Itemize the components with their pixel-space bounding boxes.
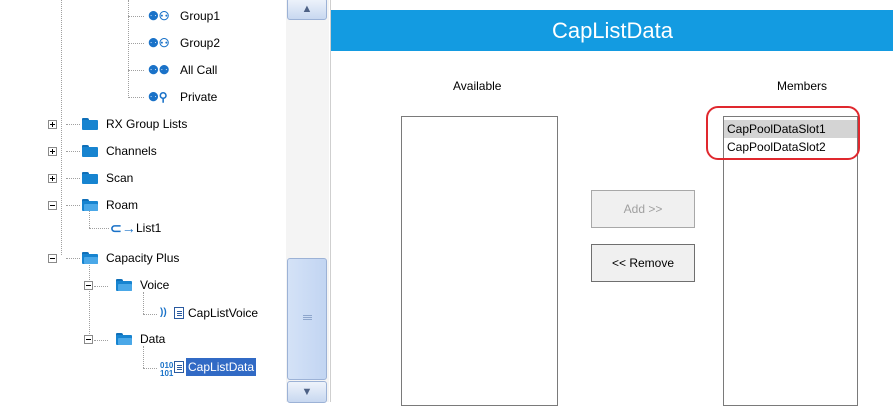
collapse-icon[interactable] xyxy=(84,335,93,344)
document-icon xyxy=(174,361,184,373)
available-label: Available xyxy=(453,79,502,93)
tree-guide-line xyxy=(128,43,144,44)
all-call-icon: ⚉⚉ xyxy=(148,63,170,77)
tree-guide-line xyxy=(128,16,144,17)
tree-guide-line xyxy=(143,292,144,314)
tree-guide-line xyxy=(89,228,109,229)
tree-guide-line xyxy=(66,258,80,259)
tree-guide-line xyxy=(94,286,108,287)
remove-button-label: << Remove xyxy=(611,256,675,270)
tree-item-label: Voice xyxy=(140,278,170,292)
group-icon: ⚉⚇ xyxy=(148,9,170,23)
tree-guide-line xyxy=(143,346,144,368)
chevron-down-icon: ▼ xyxy=(301,386,313,398)
available-listbox[interactable] xyxy=(401,116,558,406)
document-icon xyxy=(174,307,184,319)
tree-item-label: List1 xyxy=(136,221,162,235)
tree-item-label: Group1 xyxy=(180,9,221,23)
tree-item-label: Group2 xyxy=(180,36,221,50)
add-button-label: Add >> xyxy=(623,202,663,216)
caplistdata-panel: CapListData Available Members Add >> << … xyxy=(330,0,893,406)
tree-guide-line xyxy=(66,124,80,125)
expand-icon[interactable] xyxy=(48,147,57,156)
private-call-icon: ⚉⚲ xyxy=(148,90,168,104)
tree-guide-line xyxy=(128,70,144,71)
tree-guide-line xyxy=(61,0,62,255)
scroll-down-button[interactable]: ▼ xyxy=(287,381,327,403)
tree-item-label: Channels xyxy=(106,144,157,158)
remove-button[interactable]: << Remove xyxy=(591,244,695,282)
tree-item-label: CapListVoice xyxy=(188,306,259,320)
tree-item-label: Data xyxy=(140,332,166,346)
tree-item-label: Private xyxy=(180,90,218,104)
highlight-annotation xyxy=(706,106,860,160)
voice-list-icon: )) xyxy=(160,307,167,318)
open-folder-icon xyxy=(116,333,132,345)
members-label: Members xyxy=(777,79,828,93)
tree-item-label: Scan xyxy=(106,171,134,185)
tree-guide-line xyxy=(66,151,80,152)
tree-guide-line xyxy=(128,0,129,98)
tree-guide-line xyxy=(143,314,157,315)
tree-item-label: All Call xyxy=(180,63,218,77)
add-button[interactable]: Add >> xyxy=(591,190,695,228)
folder-icon xyxy=(82,145,98,157)
data-list-icon: 010 101 xyxy=(160,361,174,378)
tree-guide-line xyxy=(89,263,90,338)
tree-item-label: Capacity Plus xyxy=(106,251,180,265)
roam-list-icon: ⊂→ xyxy=(110,220,136,236)
tree-view[interactable]: ⚉⚇ Group1 ⚉⚇ Group2 ⚉⚉ All Call ⚉⚲ Priva… xyxy=(0,0,286,402)
tree-guide-line xyxy=(66,178,80,179)
group-icon: ⚉⚇ xyxy=(148,36,170,50)
tree-guide-line xyxy=(66,205,80,206)
folder-icon xyxy=(82,172,98,184)
expand-icon[interactable] xyxy=(48,174,57,183)
open-folder-icon xyxy=(116,279,132,291)
tree-item-label: Roam xyxy=(106,198,139,212)
collapse-icon[interactable] xyxy=(48,254,57,263)
folder-icon xyxy=(82,118,98,130)
tree-scrollbar[interactable]: ▲ ▼ xyxy=(286,0,329,403)
collapse-icon[interactable] xyxy=(48,201,57,210)
open-folder-icon xyxy=(82,252,98,264)
tree-item-label: RX Group Lists xyxy=(106,117,188,131)
tree-guide-line xyxy=(128,97,144,98)
scroll-up-button[interactable]: ▲ xyxy=(287,0,327,20)
tree-guide-line xyxy=(143,368,157,369)
scrollbar-thumb[interactable] xyxy=(287,258,327,380)
collapse-icon[interactable] xyxy=(84,281,93,290)
chevron-up-icon: ▲ xyxy=(301,3,313,15)
open-folder-icon xyxy=(82,199,98,211)
tree-guide-line xyxy=(94,340,108,341)
grip-icon xyxy=(303,315,312,316)
expand-icon[interactable] xyxy=(48,120,57,129)
page-title: CapListData xyxy=(331,10,893,51)
tree-item-label: CapListData xyxy=(186,358,257,376)
